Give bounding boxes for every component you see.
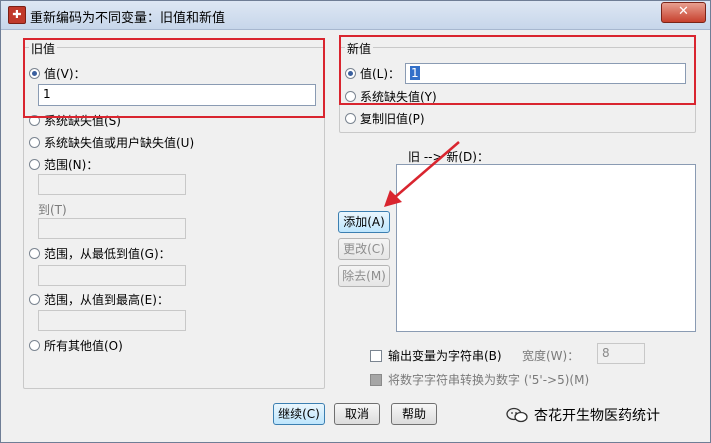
title-bar: ✚ 重新编码为不同变量：旧值和新值 ✕ <box>1 1 710 30</box>
convert-numeric-label: 将数字字符串转换为数字 ('5'->5)(M) <box>388 373 590 387</box>
radio-icon <box>29 339 40 351</box>
output-as-string-checkbox[interactable]: 输出变量为字符串(B) <box>370 347 502 364</box>
wechat-icon <box>506 407 528 423</box>
recode-dialog: ✚ 重新编码为不同变量：旧值和新值 ✕ 旧值 值(V)： 1 系统缺失值(S) … <box>0 0 711 443</box>
old-range-radio[interactable]: 范围(N)： <box>29 156 98 172</box>
old-system-or-user-missing-label: 系统缺失值或用户缺失值(U) <box>44 135 195 150</box>
spss-app-icon: ✚ <box>8 6 26 24</box>
copy-old-radio[interactable]: 复制旧值(P) <box>345 110 425 126</box>
range-to-label: 到(T) <box>38 203 67 217</box>
wechat-watermark: 杏花开生物医药统计 <box>506 405 660 425</box>
old-range-lowest-radio[interactable]: 范围，从最低到值(G)： <box>29 245 171 261</box>
width-label: 宽度(W)： <box>522 349 580 363</box>
old-range-label: 范围(N)： <box>44 157 99 172</box>
range-to-input[interactable] <box>38 218 186 239</box>
watermark-text: 杏花开生物医药统计 <box>534 408 660 424</box>
remove-button[interactable]: 除去(M) <box>338 265 390 287</box>
annotation-box-new-value <box>339 35 696 105</box>
radio-icon <box>29 293 40 305</box>
annotation-arrow <box>384 141 460 207</box>
old-all-other-label: 所有其他值(O) <box>44 338 123 353</box>
radio-icon <box>29 158 40 170</box>
old-range-lowest-label: 范围，从最低到值(G)： <box>44 246 171 261</box>
range-lowest-input[interactable] <box>38 265 186 286</box>
radio-icon <box>345 112 356 124</box>
old-system-or-user-missing-radio[interactable]: 系统缺失值或用户缺失值(U) <box>29 134 194 150</box>
range-from-input[interactable] <box>38 174 186 195</box>
radio-icon <box>29 136 40 148</box>
close-button[interactable]: ✕ <box>661 2 706 23</box>
cancel-button[interactable]: 取消 <box>334 403 380 425</box>
convert-numeric-checkbox[interactable]: 将数字字符串转换为数字 ('5'->5)(M) <box>370 371 589 388</box>
old-range-highest-radio[interactable]: 范围，从值到最高(E)： <box>29 291 169 307</box>
help-button[interactable]: 帮助 <box>391 403 437 425</box>
continue-button[interactable]: 继续(C) <box>273 403 325 425</box>
copy-old-label: 复制旧值(P) <box>360 111 425 126</box>
output-as-string-label: 输出变量为字符串(B) <box>388 349 502 363</box>
change-button[interactable]: 更改(C) <box>338 238 390 260</box>
annotation-box-old-value <box>23 38 325 118</box>
width-input[interactable]: 8 <box>597 343 645 364</box>
old-all-other-radio[interactable]: 所有其他值(O) <box>29 337 123 353</box>
checkbox-icon <box>370 349 382 362</box>
window-title: 重新编码为不同变量：旧值和新值 <box>30 11 226 26</box>
range-highest-input[interactable] <box>38 310 186 331</box>
radio-icon <box>29 247 40 259</box>
checkbox-disabled-icon <box>370 373 382 386</box>
old-range-highest-label: 范围，从值到最高(E)： <box>44 292 169 307</box>
